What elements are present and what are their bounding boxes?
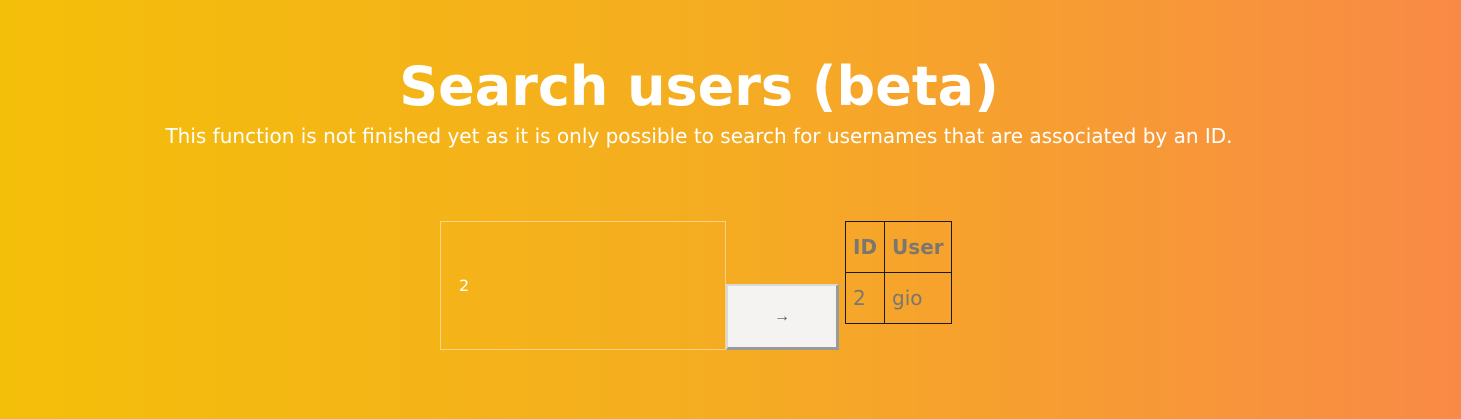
cell-id: 2 <box>844 272 886 324</box>
arrow-right-icon: → <box>774 307 790 325</box>
page-subtitle: This function is not finished yet as it … <box>165 124 1233 148</box>
table-row: 2 gio <box>844 272 952 324</box>
page-title: Search users (beta) <box>399 55 999 118</box>
table-header-row: ID User <box>844 221 952 273</box>
column-header-user: User <box>884 221 952 273</box>
results-table: ID User 2 gio <box>844 221 952 324</box>
search-input[interactable] <box>440 221 726 350</box>
search-button[interactable]: → <box>726 284 839 350</box>
column-header-id: ID <box>844 221 886 273</box>
cell-user: gio <box>884 272 952 324</box>
